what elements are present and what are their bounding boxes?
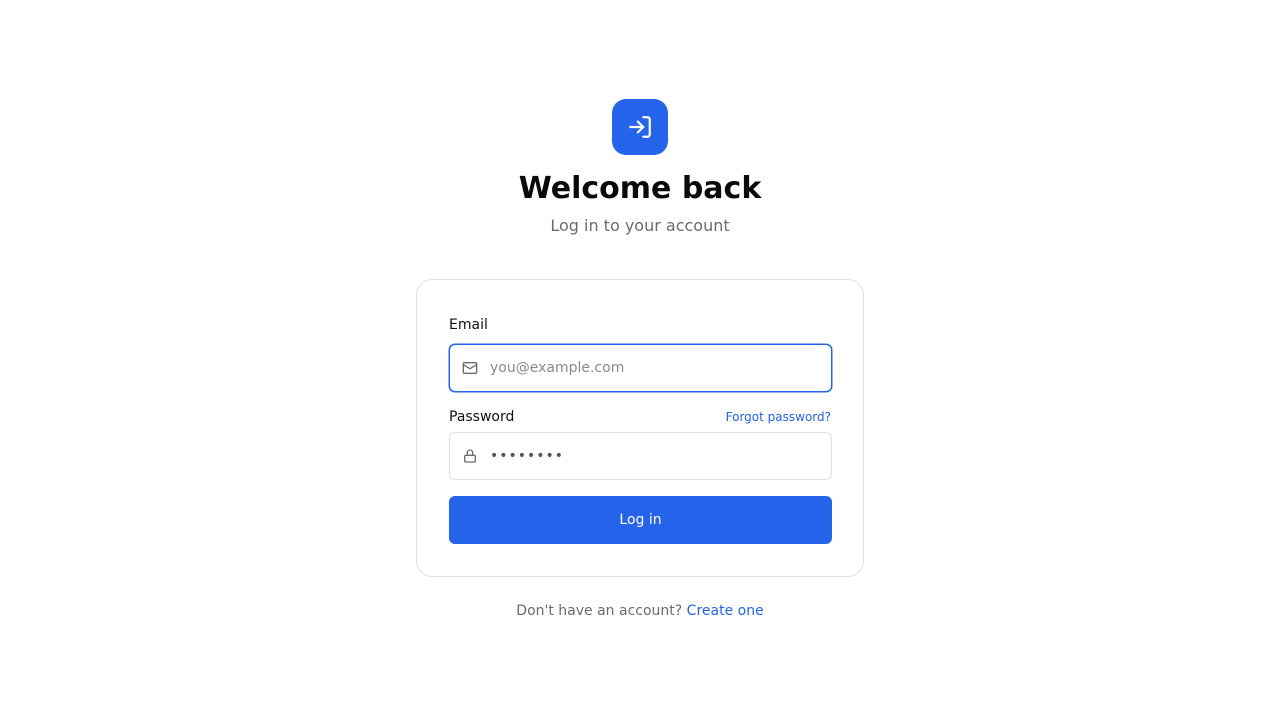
signup-prompt-text: Don't have an account?	[516, 603, 683, 619]
page-title: Welcome back	[518, 171, 762, 206]
forgot-password-link[interactable]: Forgot password?	[726, 409, 831, 425]
lock-icon	[462, 448, 478, 464]
create-account-link[interactable]: Create one	[687, 603, 764, 619]
login-button[interactable]: Log in	[449, 496, 832, 544]
login-page: Welcome back Log in to your account Emai…	[0, 0, 1280, 720]
password-label: Password	[449, 409, 515, 425]
email-field[interactable]	[449, 344, 832, 392]
signup-prompt: Don't have an account? Create one	[0, 602, 1280, 620]
email-label: Email	[449, 317, 488, 333]
login-form-card: Email Password Forgot password? Log in	[416, 279, 864, 577]
login-icon	[629, 116, 651, 138]
password-field[interactable]	[449, 432, 832, 480]
password-input[interactable]	[490, 433, 820, 479]
mail-icon	[462, 360, 478, 376]
page-subtitle: Log in to your account	[550, 216, 730, 235]
email-input[interactable]	[490, 345, 820, 391]
login-logo	[612, 99, 668, 155]
